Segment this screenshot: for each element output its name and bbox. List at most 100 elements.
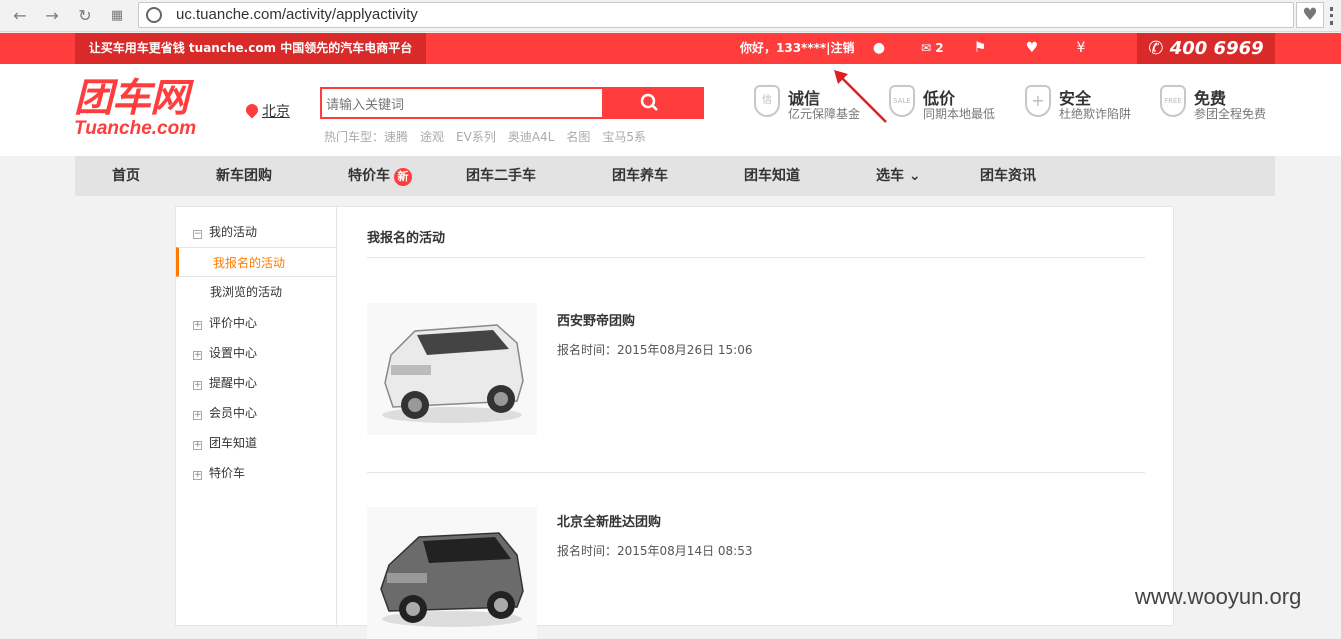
slogan: 让买车用车更省钱 tuanche.com 中国领先的汽车电商平台 (75, 33, 426, 64)
shield-plus-icon: + (1025, 85, 1051, 117)
nav-label: 特价车 (348, 168, 390, 184)
hot-models: 热门车型：速腾 途观 EV系列 奥迪A4L 名图 宝马5系 (324, 128, 658, 145)
bookmark-heart-icon[interactable]: ♥ (1296, 2, 1324, 28)
logo-cn: 团车网 (74, 76, 189, 121)
logo-en: Tuanche.com (74, 118, 197, 139)
hot-model-link[interactable]: 名图 (566, 130, 590, 144)
expand-icon: + (193, 350, 202, 360)
activity-list: 我报名的活动 西安野帝团购 报名时间：2015年08月26日 15:06 北京全… (367, 207, 1145, 639)
nav-special-car[interactable]: 特价车新 (348, 156, 412, 196)
forward-icon[interactable]: → (42, 6, 62, 26)
sidebar-label: 会员中心 (209, 406, 258, 420)
divider (367, 472, 1145, 473)
nav-label: 选车 (876, 168, 904, 184)
sidebar-label: 特价车 (209, 466, 246, 480)
sidebar-item-applied[interactable]: 我报名的活动 (176, 247, 337, 277)
user-greeting[interactable]: 你好，133****|注销 (740, 33, 855, 64)
hot-model-link[interactable]: 奥迪A4L (508, 130, 555, 144)
bookmark-icon[interactable]: ⚑ (972, 40, 988, 56)
expand-icon: + (193, 380, 202, 390)
user-icon[interactable]: ● (871, 40, 887, 56)
car-image-suv-white[interactable] (367, 303, 537, 435)
search-box (320, 87, 704, 119)
collapse-icon: − (193, 229, 202, 239)
hot-model-link[interactable]: 速腾 (384, 130, 408, 144)
sidebar-item-reviews[interactable]: + 评价中心 (176, 308, 337, 338)
apps-grid-icon[interactable]: ▦ (107, 6, 127, 26)
feature-low-price: SALE 低价 同期本地最低 (889, 85, 1019, 125)
nav-used-car[interactable]: 团车二手车 (466, 156, 536, 196)
url-text[interactable]: uc.tuanche.com/activity/applyactivity (176, 6, 418, 23)
hot-model-link[interactable]: 宝马5系 (602, 130, 646, 144)
chevron-down-icon: ⌄ (908, 168, 921, 184)
browser-toolbar: ← → ↻ ▦ uc.tuanche.com/activity/applyact… (0, 0, 1341, 32)
annotation-arrow (834, 70, 887, 123)
search-button[interactable] (602, 89, 702, 117)
activity-time: 报名时间：2015年08月26日 15:06 (557, 343, 753, 357)
sidebar-label: 我的活动 (209, 225, 258, 239)
feature-security: + 安全 杜绝欺诈陷阱 (1025, 85, 1155, 125)
sidebar-group-my-activities[interactable]: − 我的活动 (176, 217, 337, 247)
feature-free: FREE 免费 参团全程免费 (1160, 85, 1290, 125)
hot-model-link[interactable]: EV系列 (456, 130, 496, 144)
sale-bag-icon: SALE (889, 85, 915, 117)
sidebar: − 我的活动 我报名的活动 我浏览的活动 + 评价中心 + 设置中心 + 提醒中心 + 会… (176, 207, 337, 627)
location-pin-icon (243, 101, 261, 119)
nav-knowledge[interactable]: 团车知道 (744, 156, 800, 196)
sidebar-label: 评价中心 (209, 316, 258, 330)
sidebar-label: 设置中心 (209, 346, 258, 360)
sidebar-item-reminders[interactable]: + 提醒中心 (176, 368, 337, 398)
hotline-phone: ✆ 400 6969 123 (1137, 33, 1275, 90)
sidebar-item-special-car[interactable]: + 特价车 (176, 458, 337, 488)
free-tag-icon: FREE (1160, 85, 1186, 117)
nav-choose-car[interactable]: 选车 ⌄ (876, 156, 921, 196)
main-nav: 首页 新车团购 特价车新 团车二手车 团车养车 团车知道 选车 ⌄ 团车资讯 (75, 156, 1275, 196)
expand-icon: + (193, 440, 202, 450)
browser-menu-icon[interactable] (1330, 7, 1338, 25)
activity-title[interactable]: 北京全新胜达团购 (557, 511, 661, 530)
sidebar-item-membership[interactable]: + 会员中心 (176, 398, 337, 428)
address-bar[interactable]: uc.tuanche.com/activity/applyactivity (138, 2, 1294, 28)
city-selector[interactable]: 北京 (243, 101, 290, 121)
hot-model-link[interactable]: 途观 (420, 130, 444, 144)
sidebar-label: 提醒中心 (209, 376, 258, 390)
expand-icon: + (193, 320, 202, 330)
feature-subtitle: 参团全程免费 (1194, 107, 1267, 121)
feature-subtitle: 同期本地最低 (923, 107, 996, 121)
favorite-heart-icon[interactable]: ♥ (1024, 40, 1040, 56)
site-header: 团车网 Tuanche.com 北京 热门车型：速腾途观 EV系列奥迪A4L 名图宝… (0, 64, 1341, 156)
search-icon (640, 93, 658, 111)
sidebar-item-settings[interactable]: + 设置中心 (176, 338, 337, 368)
divider (367, 257, 1145, 258)
back-icon[interactable]: ← (10, 6, 30, 26)
car-image-suv-gray[interactable] (367, 507, 537, 639)
feature-subtitle: 杜绝欺诈陷阱 (1059, 107, 1132, 121)
nav-new-car[interactable]: 新车团购 (216, 156, 272, 196)
shield-icon: 信 (754, 85, 780, 117)
activity-title[interactable]: 西安野帝团购 (557, 310, 635, 329)
reload-icon[interactable]: ↻ (75, 6, 95, 26)
nav-news[interactable]: 团车资讯 (980, 156, 1036, 196)
top-bar: 让买车用车更省钱 tuanche.com 中国领先的汽车电商平台 你好，133*… (0, 33, 1341, 90)
site-info-icon[interactable] (146, 7, 162, 23)
activity-time: 报名时间：2015年08月14日 08:53 (557, 544, 753, 558)
search-input[interactable] (326, 93, 602, 115)
mail-count: 2 (935, 41, 944, 55)
site-logo[interactable]: 团车网 Tuanche.com (74, 78, 196, 144)
coupon-icon[interactable]: ¥ (1073, 40, 1089, 56)
page-title: 我报名的活动 (367, 231, 446, 246)
watermark: www.wooyun.org (1135, 584, 1302, 609)
nav-home[interactable]: 首页 (112, 156, 140, 196)
expand-icon: + (193, 470, 202, 480)
city-name: 北京 (262, 104, 290, 120)
new-badge: 新 (394, 168, 412, 186)
gray-suv-icon (380, 532, 524, 627)
content-panel: − 我的活动 我报名的活动 我浏览的活动 + 评价中心 + 设置中心 + 提醒中心 + 会… (175, 206, 1174, 639)
mail-icon[interactable]: ✉ 2 (921, 40, 951, 56)
sidebar-item-browsed[interactable]: 我浏览的活动 (176, 277, 337, 307)
nav-car-care[interactable]: 团车养车 (612, 156, 668, 196)
hot-label: 热门车型： (324, 130, 385, 144)
white-suv-icon (382, 324, 524, 423)
expand-icon: + (193, 410, 202, 420)
sidebar-item-knowledge[interactable]: + 团车知道 (176, 428, 337, 458)
